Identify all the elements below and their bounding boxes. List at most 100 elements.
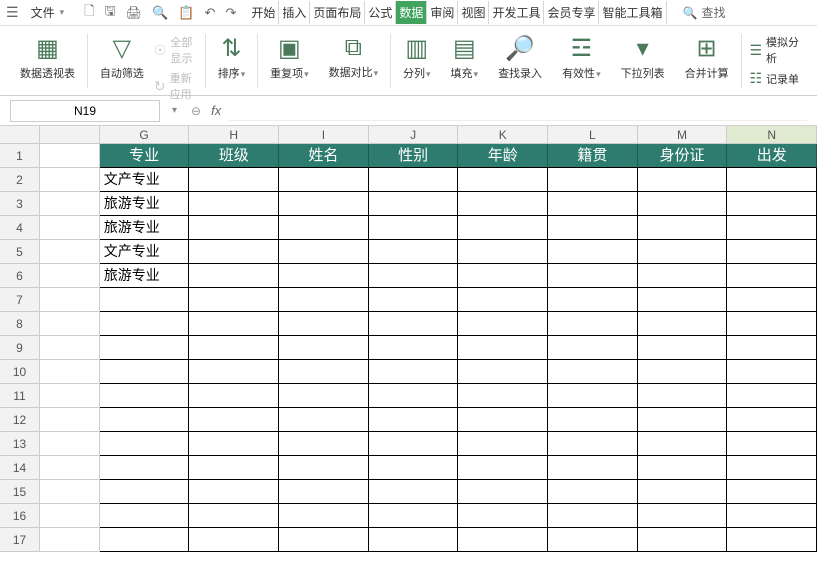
cell-I11[interactable]	[279, 384, 369, 408]
cell-F16[interactable]	[40, 504, 100, 528]
cell-J5[interactable]	[369, 240, 459, 264]
cell-L10[interactable]	[548, 360, 638, 384]
pivot-button[interactable]: ▦数据透视表	[16, 32, 79, 83]
lookup-button[interactable]: 🔎查找录入	[494, 32, 546, 83]
cell-I5[interactable]	[279, 240, 369, 264]
cell-N8[interactable]	[727, 312, 817, 336]
cell-L8[interactable]	[548, 312, 638, 336]
row-header-7[interactable]: 7	[0, 288, 39, 312]
fx-icon[interactable]: fx	[211, 103, 221, 118]
row-header-8[interactable]: 8	[0, 312, 39, 336]
cell-G14[interactable]	[100, 456, 190, 480]
cell-K9[interactable]	[458, 336, 548, 360]
cell-K7[interactable]	[458, 288, 548, 312]
name-box[interactable]: N19	[10, 100, 160, 122]
cell-G4[interactable]: 旅游专业	[100, 216, 190, 240]
dedup-button[interactable]: ▣重复项▾	[266, 32, 313, 83]
cell-K6[interactable]	[458, 264, 548, 288]
cell-L15[interactable]	[548, 480, 638, 504]
formula-input[interactable]	[229, 100, 807, 121]
cell-F4[interactable]	[40, 216, 100, 240]
cell-H11[interactable]	[189, 384, 279, 408]
cell-M11[interactable]	[638, 384, 728, 408]
cell-F14[interactable]	[40, 456, 100, 480]
cell-H14[interactable]	[189, 456, 279, 480]
cell-N13[interactable]	[727, 432, 817, 456]
cell-N9[interactable]	[727, 336, 817, 360]
cell-M14[interactable]	[638, 456, 728, 480]
cell-L7[interactable]	[548, 288, 638, 312]
cell-G5[interactable]: 文产专业	[100, 240, 190, 264]
row-header-6[interactable]: 6	[0, 264, 39, 288]
cell-H16[interactable]	[189, 504, 279, 528]
row-header-16[interactable]: 16	[0, 504, 39, 528]
reapply-button[interactable]: ↻重新应用	[154, 70, 197, 102]
cell-N14[interactable]	[727, 456, 817, 480]
cell-F11[interactable]	[40, 384, 100, 408]
col-header-L[interactable]: L	[548, 126, 638, 143]
select-all-corner[interactable]	[0, 126, 40, 144]
app-menu-icon[interactable]: ☰	[6, 4, 19, 21]
cell-F3[interactable]	[40, 192, 100, 216]
cell-K8[interactable]	[458, 312, 548, 336]
cell-L16[interactable]	[548, 504, 638, 528]
cell-J11[interactable]	[369, 384, 459, 408]
cell-F1[interactable]	[40, 144, 100, 168]
cell-J12[interactable]	[369, 408, 459, 432]
cell-H12[interactable]	[189, 408, 279, 432]
cell-H7[interactable]	[189, 288, 279, 312]
cell-F5[interactable]	[40, 240, 100, 264]
cell-L9[interactable]	[548, 336, 638, 360]
cell-M2[interactable]	[638, 168, 728, 192]
col-header-M[interactable]: M	[638, 126, 728, 143]
cell-F7[interactable]	[40, 288, 100, 312]
tab-member[interactable]: 会员专享	[544, 1, 599, 24]
cell-J2[interactable]	[369, 168, 459, 192]
col-header-I[interactable]: I	[279, 126, 369, 143]
spreadsheet[interactable]: GHIJKLMN 1234567891011121314151617 专业班级姓…	[0, 126, 817, 585]
cell-I2[interactable]	[279, 168, 369, 192]
cell-F13[interactable]	[40, 432, 100, 456]
fill-button[interactable]: ▤填充▾	[447, 32, 483, 83]
cell-M17[interactable]	[638, 528, 728, 552]
cell-G13[interactable]	[100, 432, 190, 456]
cell-G7[interactable]	[100, 288, 190, 312]
col-header-H[interactable]: H	[189, 126, 279, 143]
cell-M5[interactable]	[638, 240, 728, 264]
cell-I1[interactable]: 姓名	[279, 144, 369, 168]
cell-L14[interactable]	[548, 456, 638, 480]
col-header-K[interactable]: K	[458, 126, 548, 143]
new-icon[interactable]: 🗋	[84, 2, 94, 24]
cell-F8[interactable]	[40, 312, 100, 336]
cell-L3[interactable]	[548, 192, 638, 216]
cell-K13[interactable]	[458, 432, 548, 456]
col-header-J[interactable]: J	[369, 126, 459, 143]
cell-N17[interactable]	[727, 528, 817, 552]
cell-J9[interactable]	[369, 336, 459, 360]
cell-L11[interactable]	[548, 384, 638, 408]
cell-I6[interactable]	[279, 264, 369, 288]
row-header-14[interactable]: 14	[0, 456, 39, 480]
cell-G10[interactable]	[100, 360, 190, 384]
cell-M7[interactable]	[638, 288, 728, 312]
cell-H1[interactable]: 班级	[189, 144, 279, 168]
cell-J15[interactable]	[369, 480, 459, 504]
cell-J8[interactable]	[369, 312, 459, 336]
cell-M12[interactable]	[638, 408, 728, 432]
cell-N15[interactable]	[727, 480, 817, 504]
cell-G2[interactable]: 文产专业	[100, 168, 190, 192]
cell-N4[interactable]	[727, 216, 817, 240]
cell-F10[interactable]	[40, 360, 100, 384]
sort-button[interactable]: ⇅排序▾	[214, 32, 250, 83]
tab-data[interactable]: 数据	[396, 1, 427, 24]
cell-I14[interactable]	[279, 456, 369, 480]
cell-L13[interactable]	[548, 432, 638, 456]
validation-button[interactable]: ☲有效性▾	[558, 32, 605, 83]
cell-G17[interactable]	[100, 528, 190, 552]
cell-L6[interactable]	[548, 264, 638, 288]
cell-L4[interactable]	[548, 216, 638, 240]
cell-H15[interactable]	[189, 480, 279, 504]
row-header-4[interactable]: 4	[0, 216, 39, 240]
split-button[interactable]: ▥分列▾	[399, 32, 435, 83]
cell-J6[interactable]	[369, 264, 459, 288]
